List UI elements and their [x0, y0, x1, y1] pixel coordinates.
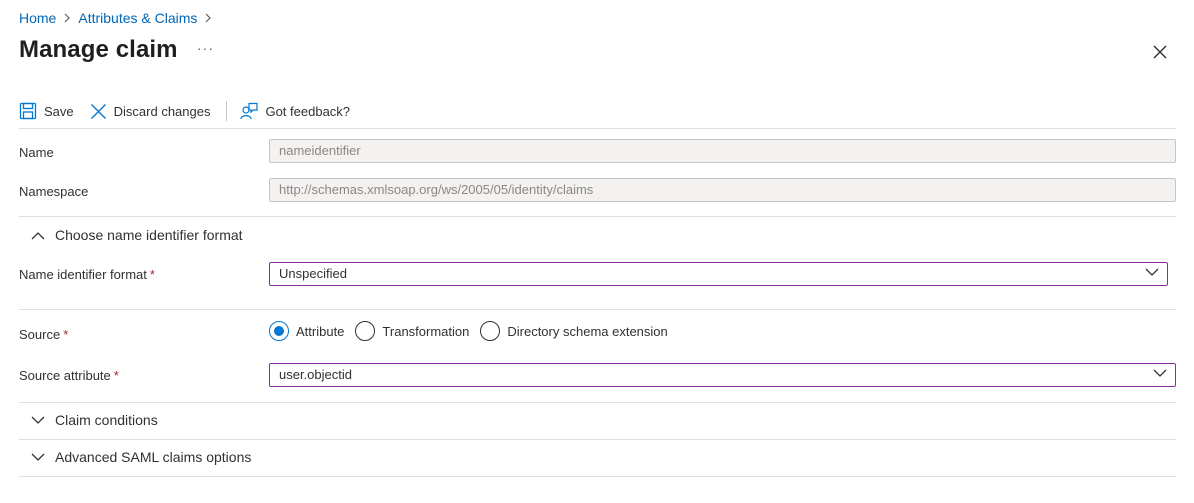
namespace-field: http://schemas.xmlsoap.org/ws/2005/05/id…: [269, 178, 1176, 202]
save-icon: [19, 102, 37, 120]
divider: [19, 128, 1176, 129]
discard-changes-button[interactable]: Discard changes: [90, 103, 211, 120]
source-radio-attribute[interactable]: Attribute: [269, 321, 344, 341]
claim-conditions-toggle[interactable]: Claim conditions: [31, 412, 158, 428]
required-indicator: *: [149, 267, 155, 282]
breadcrumb-attributes-claims-link[interactable]: Attributes & Claims: [78, 10, 197, 26]
advanced-saml-options-toggle[interactable]: Advanced SAML claims options: [31, 449, 251, 465]
name-field: nameidentifier: [269, 139, 1176, 163]
command-toolbar: Save Discard changes Got feedback?: [19, 99, 350, 123]
feedback-label: Got feedback?: [265, 103, 351, 119]
name-label: Name: [19, 145, 54, 160]
divider: [19, 476, 1176, 477]
close-button[interactable]: [1151, 43, 1169, 61]
radio-unchecked-icon: [355, 321, 376, 341]
breadcrumb: Home Attributes & Claims: [19, 10, 219, 26]
divider: [19, 402, 1176, 403]
source-attribute-label: Source attribute *: [19, 368, 119, 383]
save-button[interactable]: Save: [19, 102, 74, 120]
radio-checked-icon: [269, 321, 289, 341]
radio-unchecked-icon: [480, 321, 501, 341]
chevron-up-icon: [31, 231, 45, 239]
source-attribute-value: user.objectid: [279, 367, 352, 382]
discard-changes-label: Discard changes: [113, 103, 211, 119]
chevron-right-icon: [204, 13, 212, 23]
chevron-down-icon: [1145, 268, 1159, 276]
source-radio-transformation[interactable]: Transformation: [355, 321, 469, 341]
discard-icon: [90, 103, 106, 119]
chevron-down-icon: [31, 416, 45, 424]
source-radio-directory-schema-extension[interactable]: Directory schema extension: [480, 321, 668, 341]
divider: [19, 309, 1176, 310]
source-label: Source *: [19, 327, 69, 342]
feedback-button[interactable]: Got feedback?: [240, 102, 350, 120]
chevron-down-icon: [31, 453, 45, 461]
more-options-button[interactable]: ···: [197, 40, 214, 56]
divider: [19, 439, 1176, 440]
breadcrumb-home-link[interactable]: Home: [19, 10, 56, 26]
source-radio-group: Attribute Transformation Directory schem…: [269, 321, 679, 341]
name-identifier-section-toggle[interactable]: Choose name identifier format: [31, 227, 243, 243]
chevron-down-icon: [1153, 369, 1167, 377]
required-indicator: *: [113, 368, 119, 383]
source-attribute-dropdown[interactable]: user.objectid: [269, 363, 1176, 387]
advanced-saml-options-label: Advanced SAML claims options: [55, 449, 252, 465]
page-title: Manage claim: [19, 36, 178, 63]
divider: [19, 216, 1176, 217]
claim-conditions-label: Claim conditions: [55, 412, 158, 428]
chevron-right-icon: [63, 13, 71, 23]
toolbar-divider: [226, 101, 228, 121]
name-identifier-format-value: Unspecified: [279, 266, 347, 281]
namespace-label: Namespace: [19, 184, 89, 199]
feedback-icon: [240, 102, 259, 120]
close-icon: [1153, 45, 1167, 59]
name-identifier-format-label: Name identifier format *: [19, 267, 155, 282]
name-identifier-format-dropdown[interactable]: Unspecified: [269, 262, 1168, 286]
save-label: Save: [44, 103, 74, 119]
name-identifier-section-label: Choose name identifier format: [55, 227, 243, 243]
required-indicator: *: [63, 327, 69, 342]
